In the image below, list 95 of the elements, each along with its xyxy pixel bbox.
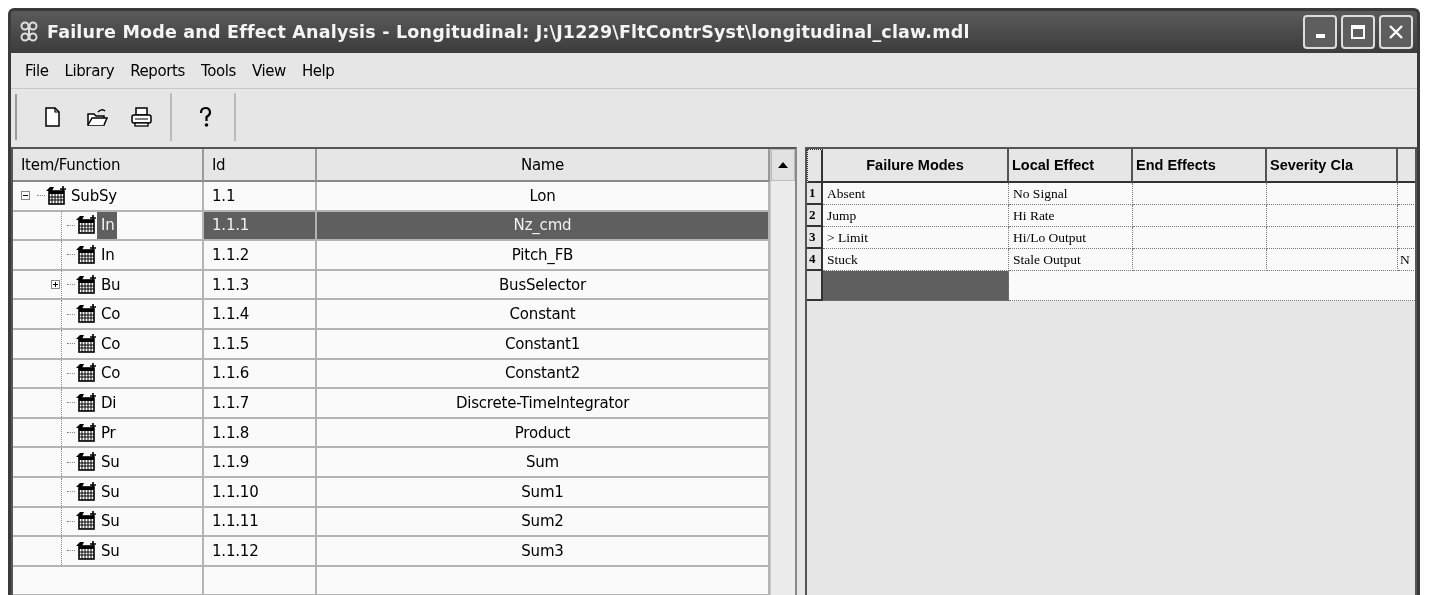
tree-item[interactable]: In bbox=[97, 211, 117, 240]
table-cell: Pitch_FB bbox=[317, 241, 770, 271]
scrollbar[interactable] bbox=[770, 149, 795, 595]
table-icon bbox=[75, 452, 97, 473]
table-cell: 1.1.9 bbox=[204, 448, 317, 478]
table-cell: 1.1.2 bbox=[204, 241, 317, 271]
table-cell: Sum bbox=[317, 448, 770, 478]
table-cell: Sum1 bbox=[317, 477, 770, 508]
table-icon bbox=[45, 185, 67, 206]
open-folder-icon bbox=[85, 106, 109, 128]
table-icon bbox=[75, 422, 97, 443]
table-cell: Hi/Lo Output bbox=[1009, 227, 1133, 249]
table-cell: 1.1.8 bbox=[204, 418, 317, 449]
table-cell: 1.1.1 bbox=[204, 211, 317, 242]
menu-item[interactable]: Help bbox=[293, 61, 343, 80]
tree-item[interactable]: Co bbox=[97, 329, 123, 358]
column-header[interactable]: Item/Function bbox=[13, 149, 204, 182]
table-icon bbox=[75, 392, 97, 413]
table-icon bbox=[75, 333, 97, 354]
table-cell bbox=[1398, 205, 1415, 227]
menu-item[interactable]: File bbox=[17, 61, 57, 80]
maximize-icon bbox=[1350, 24, 1366, 40]
table-icon bbox=[75, 540, 97, 561]
row-header[interactable]: 1 bbox=[807, 183, 823, 205]
table-icon bbox=[75, 481, 97, 502]
menu-item[interactable]: Tools bbox=[192, 61, 244, 80]
table-cell[interactable] bbox=[823, 271, 1009, 301]
table-cell: 1.1.6 bbox=[204, 359, 317, 390]
table-cell: No Signal bbox=[1009, 183, 1133, 205]
row-header[interactable]: 2 bbox=[807, 205, 823, 227]
table-cell: 1.1.7 bbox=[204, 389, 317, 419]
table-icon bbox=[75, 245, 97, 265]
table-cell: > Limit bbox=[823, 227, 1009, 249]
table-cell: Discrete-TimeIntegrator bbox=[317, 389, 770, 419]
minimize-button[interactable] bbox=[1303, 15, 1337, 49]
column-header[interactable]: Failure Modes bbox=[823, 149, 1009, 183]
tree-item[interactable]: Co bbox=[97, 300, 123, 328]
table-cell: 1.1.11 bbox=[204, 507, 317, 538]
menu-item[interactable]: Library bbox=[56, 61, 123, 80]
column-header[interactable]: Name bbox=[317, 149, 770, 182]
column-header[interactable]: Severity Cla bbox=[1267, 149, 1398, 183]
tree-item[interactable]: Bu bbox=[97, 270, 123, 299]
row-header[interactable]: 4 bbox=[807, 249, 823, 271]
column-header[interactable]: Id bbox=[204, 149, 317, 182]
table-cell: Stuck bbox=[823, 249, 1009, 271]
corner-cell[interactable] bbox=[807, 149, 823, 183]
tree-item[interactable]: Su bbox=[97, 477, 122, 506]
minimize-icon bbox=[1315, 34, 1325, 38]
table-cell: 1.1.12 bbox=[204, 537, 317, 567]
table-cell: Hi Rate bbox=[1009, 205, 1133, 227]
up-arrow-icon bbox=[777, 161, 789, 169]
row-header[interactable]: 3 bbox=[807, 227, 823, 249]
table-cell: 1.1.10 bbox=[204, 477, 317, 508]
menu-item[interactable]: Reports bbox=[122, 61, 193, 80]
close-icon bbox=[1388, 24, 1404, 40]
tree-item[interactable]: Co bbox=[97, 359, 123, 388]
table-cell bbox=[1398, 183, 1415, 205]
column-header[interactable]: End Effects bbox=[1133, 149, 1267, 183]
window-title: Failure Mode and Effect Analysis - Longitudinal: J:\J1229\FltContrSyst\longitudinal_claw.mdl bbox=[47, 22, 970, 42]
table-cell: Constant1 bbox=[317, 329, 770, 360]
table-cell: 1.1.5 bbox=[204, 329, 317, 360]
maximize-button[interactable] bbox=[1341, 15, 1375, 49]
menu-item[interactable]: View bbox=[243, 61, 294, 80]
tree-item[interactable]: Su bbox=[97, 507, 122, 536]
table-cell: Jump bbox=[823, 205, 1009, 227]
table-cell: Stale Output bbox=[1009, 249, 1133, 271]
table-cell: Sum2 bbox=[317, 507, 770, 538]
app-icon bbox=[19, 21, 39, 43]
printer-icon bbox=[129, 106, 153, 128]
table-cell bbox=[1398, 227, 1415, 249]
table-cell: Absent bbox=[823, 183, 1009, 205]
column-header[interactable]: Local Effect bbox=[1009, 149, 1133, 183]
table-cell: Constant2 bbox=[317, 359, 770, 390]
table-icon bbox=[75, 215, 97, 236]
tree-item[interactable]: Su bbox=[97, 537, 122, 565]
table-cell: 1.1.4 bbox=[204, 300, 317, 330]
tree-item[interactable]: Su bbox=[97, 448, 122, 476]
table-cell: N bbox=[1398, 249, 1415, 271]
table-cell: Product bbox=[317, 418, 770, 449]
row-header[interactable] bbox=[807, 271, 823, 301]
table-icon bbox=[75, 511, 97, 532]
table-cell: Constant bbox=[317, 300, 770, 330]
tree-item[interactable]: Di bbox=[97, 389, 119, 417]
table-icon bbox=[75, 274, 97, 295]
table-cell: Nz_cmd bbox=[317, 211, 770, 242]
table-cell: BusSelector bbox=[317, 270, 770, 301]
scroll-up-button[interactable] bbox=[771, 149, 795, 181]
table-cell: 1.1.3 bbox=[204, 270, 317, 301]
table-cell: Sum3 bbox=[317, 537, 770, 567]
tree-item[interactable]: Pr bbox=[97, 418, 118, 447]
tree-item[interactable]: SubSy bbox=[67, 182, 119, 210]
table-icon bbox=[75, 363, 97, 384]
tree-item[interactable]: In bbox=[97, 241, 117, 269]
close-button[interactable] bbox=[1379, 15, 1413, 49]
table-icon bbox=[75, 304, 97, 325]
